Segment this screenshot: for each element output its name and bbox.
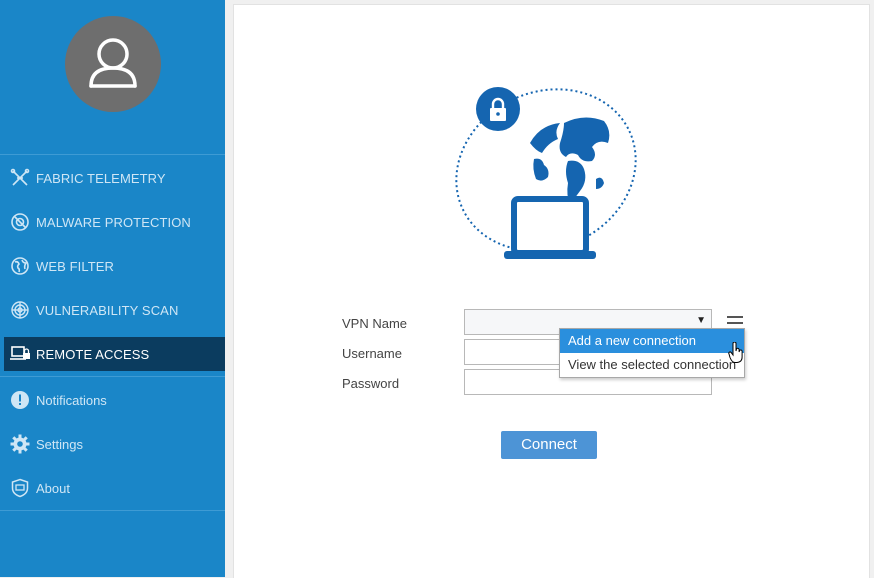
user-avatar[interactable]: [65, 16, 161, 112]
sidebar-item-label: FABRIC TELEMETRY: [36, 170, 166, 186]
sidebar-item-malware-protection[interactable]: MALWARE PROTECTION: [0, 205, 225, 239]
sidebar-item-web-filter[interactable]: WEB FILTER: [0, 249, 225, 283]
sidebar-item-label: MALWARE PROTECTION: [36, 214, 191, 230]
malware-protection-icon: [9, 211, 31, 233]
sidebar-item-settings[interactable]: Settings: [0, 427, 225, 461]
sidebar: FABRIC TELEMETRY MALWARE PROTECTION WEB …: [0, 0, 225, 577]
active-indicator: [0, 337, 4, 371]
sidebar-divider: [0, 154, 225, 155]
main-panel: VPN Name ▼ Username Password Add a new c…: [233, 4, 870, 578]
sidebar-item-vulnerability-scan[interactable]: VULNERABILITY SCAN: [0, 293, 225, 327]
menu-item-view-connection[interactable]: View the selected connection: [560, 353, 744, 377]
sidebar-divider: [0, 376, 225, 377]
notifications-icon: [9, 389, 31, 411]
sidebar-divider: [0, 510, 225, 511]
settings-icon: [9, 433, 31, 455]
fabric-telemetry-icon: [9, 167, 31, 189]
user-icon: [89, 38, 137, 88]
sidebar-item-about[interactable]: About: [0, 471, 225, 505]
remote-access-icon: [9, 343, 31, 365]
sidebar-item-notifications[interactable]: Notifications: [0, 383, 225, 417]
sidebar-item-label: WEB FILTER: [36, 258, 115, 274]
sidebar-item-label: VULNERABILITY SCAN: [36, 302, 179, 318]
sidebar-item-label: Notifications: [36, 392, 107, 408]
username-label: Username: [342, 346, 402, 361]
menu-item-add-connection[interactable]: Add a new connection: [560, 329, 744, 353]
connection-dropdown-menu: Add a new connection View the selected c…: [559, 328, 745, 378]
sidebar-item-label: About: [36, 480, 70, 496]
hand-cursor-icon: [728, 342, 743, 363]
dropdown-arrow-icon: ▼: [696, 315, 706, 326]
about-icon: [9, 477, 31, 499]
sidebar-item-fabric-telemetry[interactable]: FABRIC TELEMETRY: [0, 161, 225, 195]
vulnerability-scan-icon: [9, 299, 31, 321]
web-filter-icon: [9, 255, 31, 277]
sidebar-item-label: Settings: [36, 436, 83, 452]
sidebar-item-label: REMOTE ACCESS: [36, 346, 150, 362]
connect-button[interactable]: Connect: [501, 431, 597, 459]
vpn-illustration-icon: [455, 87, 637, 259]
sidebar-item-remote-access[interactable]: REMOTE ACCESS: [0, 337, 225, 371]
vpn-name-label: VPN Name: [342, 316, 408, 331]
password-label: Password: [342, 376, 400, 391]
